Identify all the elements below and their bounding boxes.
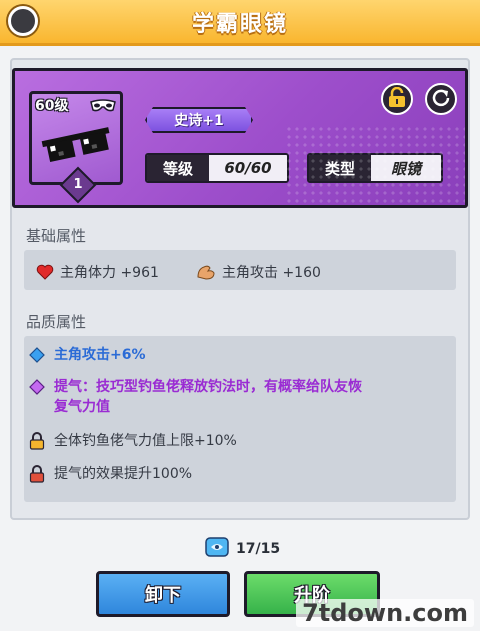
- quality-line-3-text: 全体钓鱼佬气力值上限+10%: [54, 433, 237, 449]
- item-level-tag: 60级: [35, 98, 69, 114]
- title-bar: 学霸眼镜: [0, 0, 480, 46]
- grade-pill: 等级 60/60: [145, 153, 289, 183]
- star-count: 1: [73, 177, 83, 192]
- type-pill: 类型 眼镜: [307, 153, 443, 183]
- item-icon-box[interactable]: 60级 1: [29, 91, 123, 204]
- grade-value: 60/60: [209, 155, 287, 181]
- gold-lock-icon: [28, 431, 46, 451]
- item-card: 60级 1 史诗+1 等级 60/60 类型 眼镜: [12, 68, 468, 208]
- attr-atk-text: 主角攻击 +160: [222, 265, 321, 281]
- unequip-label: 卸下: [145, 585, 181, 606]
- mask-icon: [90, 98, 116, 117]
- pixel-glasses-icon: [41, 124, 113, 168]
- purple-diamond-icon: [28, 377, 46, 397]
- quality-line-1: 主角攻击+6%: [28, 345, 146, 365]
- muscle-arm-icon: [196, 263, 216, 281]
- heart-icon: [36, 264, 54, 280]
- quality-line-2: 提气：技巧型钓鱼佬释放钓法时，有概率给队友恢 复气力值: [28, 377, 362, 417]
- quality-line-2-text-part1: 提气：技巧型钓鱼佬释放钓法时，有概率给队友恢: [54, 379, 362, 395]
- upgrade-cost: 17/15: [204, 535, 280, 563]
- page-title: 学霸眼镜: [191, 11, 288, 37]
- attr-row-hp: 主角体力 +961: [36, 262, 159, 282]
- type-value: 眼镜: [371, 155, 441, 181]
- refresh-icon: [431, 87, 451, 111]
- quality-line-4-text: 提气的效果提升100%: [54, 466, 193, 482]
- lock-icon: [388, 86, 406, 111]
- quality-line-1-text: 主角攻击+6%: [54, 347, 146, 363]
- quality-line-4: 提气的效果提升100%: [28, 464, 192, 484]
- reset-button[interactable]: [425, 83, 457, 115]
- material-cube-icon: [204, 535, 230, 563]
- grade-label: 等级: [147, 155, 209, 181]
- quality-line-3: 全体钓鱼佬气力值上限+10%: [28, 431, 237, 451]
- unequip-button[interactable]: 卸下: [96, 571, 230, 617]
- quality-line-2-text: 提气：技巧型钓鱼佬释放钓法时，有概率给队友恢 复气力值: [54, 377, 362, 417]
- red-lock-icon: [28, 464, 46, 484]
- rarity-label: 史诗+1: [174, 113, 224, 129]
- quality-line-2-text-part2: 复气力值: [54, 399, 110, 415]
- basic-attrs-title: 基础属性: [26, 227, 87, 245]
- close-button[interactable]: [8, 6, 38, 36]
- lock-button[interactable]: [381, 83, 413, 115]
- attr-hp-text: 主角体力 +961: [60, 265, 159, 281]
- type-label: 类型: [309, 155, 371, 181]
- attr-row-atk: 主角攻击 +160: [196, 262, 321, 282]
- material-count: 17/15: [236, 541, 281, 557]
- watermark: 7tdown.com: [296, 599, 474, 627]
- quality-attrs-title: 品质属性: [26, 313, 87, 331]
- rarity-badge: 史诗+1: [145, 107, 253, 133]
- blue-diamond-icon: [28, 345, 46, 365]
